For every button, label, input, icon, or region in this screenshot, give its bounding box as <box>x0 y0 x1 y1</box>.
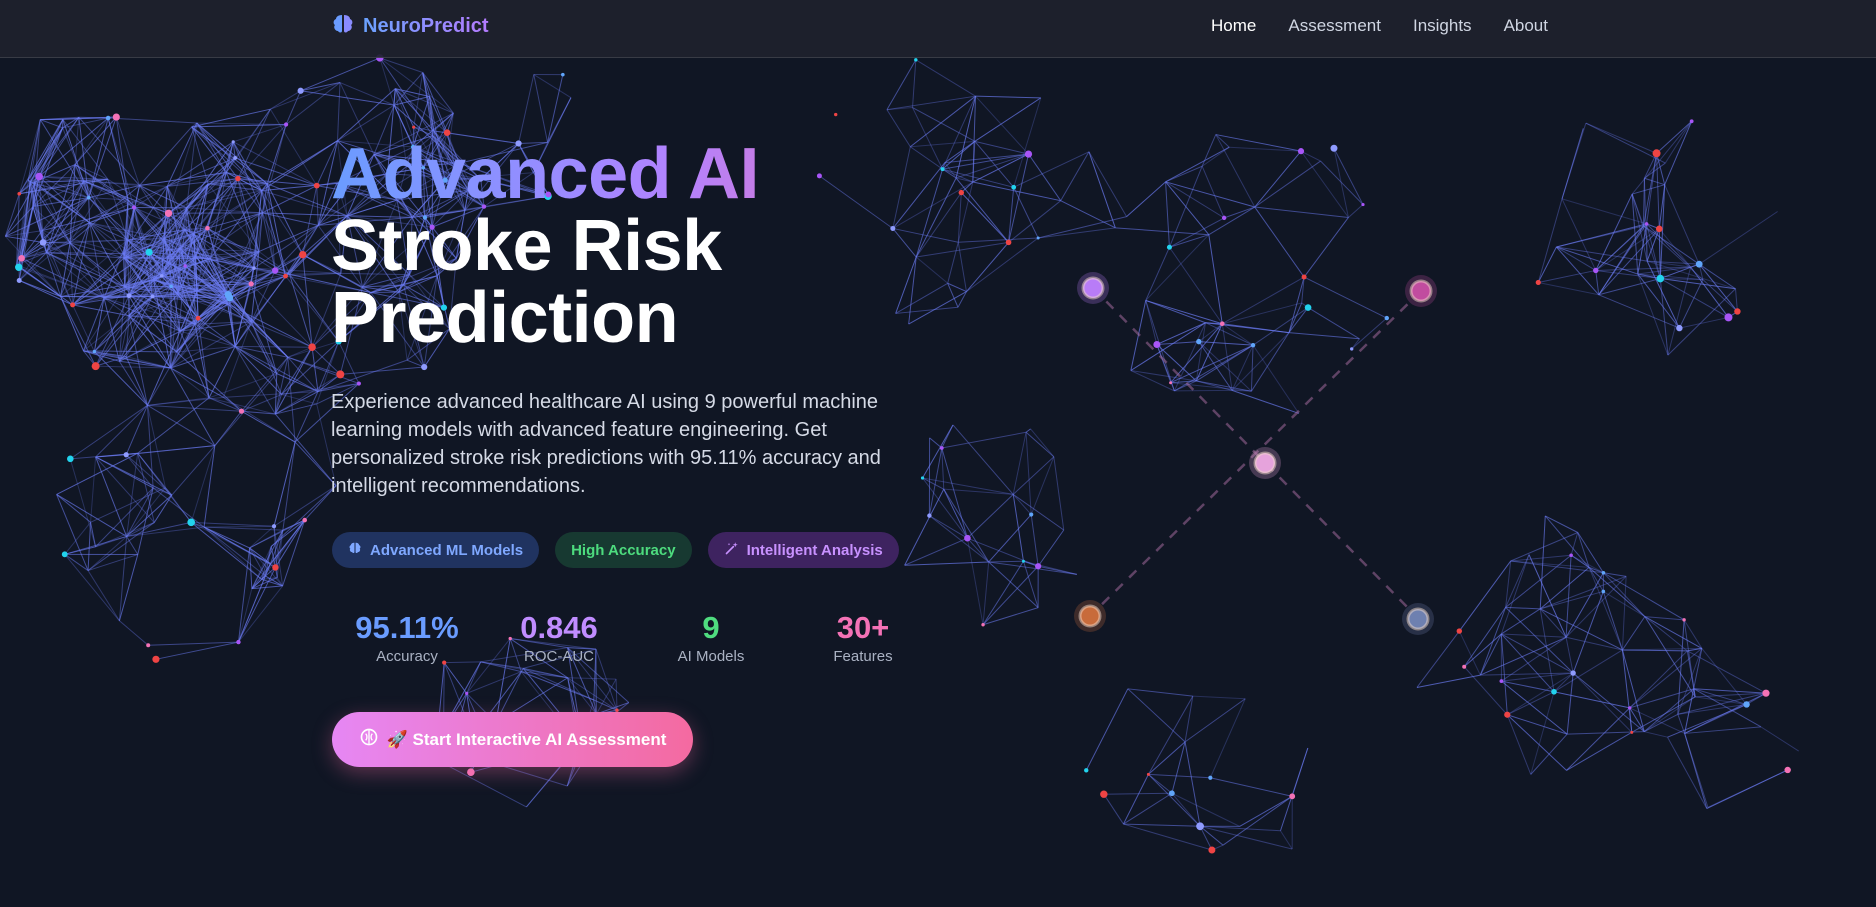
start-assessment-button[interactable]: 🚀 Start Interactive AI Assessment <box>332 712 693 767</box>
stat-label: Accuracy <box>376 648 438 665</box>
stat-label: ROC-AUC <box>524 648 594 665</box>
badge-label: High Accuracy <box>571 541 676 559</box>
brain-icon <box>359 727 379 752</box>
badge-label: Advanced ML Models <box>370 541 524 559</box>
hero-section: Advanced AI Stroke Risk Prediction Exper… <box>331 138 951 500</box>
badge-intelligent-analysis: Intelligent Analysis <box>707 532 899 568</box>
hero-title: Advanced AI Stroke Risk Prediction <box>331 138 951 354</box>
stat-value: 95.11% <box>355 610 459 645</box>
nav-link-insights[interactable]: Insights <box>1413 16 1472 36</box>
stat-label: Features <box>833 648 893 665</box>
badge-label: Intelligent Analysis <box>746 541 883 559</box>
stats-row: 95.11% Accuracy 0.846 ROC-AUC 9 AI Model… <box>331 610 939 665</box>
feature-badges: Advanced ML Models High Accuracy Intelli… <box>332 532 899 568</box>
stat-features: 30+ Features <box>787 610 939 665</box>
cta-label: 🚀 Start Interactive AI Assessment <box>386 729 667 749</box>
nav-link-about[interactable]: About <box>1504 16 1548 36</box>
stat-roc-auc: 0.846 ROC-AUC <box>483 610 635 665</box>
hero-description: Experience advanced healthcare AI using … <box>331 391 881 497</box>
brain-icon <box>331 12 355 41</box>
magic-wand-icon <box>724 541 739 560</box>
stat-label: AI Models <box>677 648 745 665</box>
stat-accuracy: 95.11% Accuracy <box>331 610 483 665</box>
brand-name: NeuroPredict <box>363 15 489 37</box>
nav-links: Home Assessment Insights About <box>1211 16 1548 36</box>
hero-title-line2: Stroke Risk <box>331 206 722 286</box>
brand-logo[interactable]: NeuroPredict <box>331 12 489 41</box>
stat-value: 0.846 <box>520 610 598 645</box>
hero-title-gradient: Advanced AI <box>331 138 951 210</box>
stat-ai-models: 9 AI Models <box>635 610 787 665</box>
stat-value: 9 <box>702 610 720 645</box>
stat-value: 30+ <box>836 610 890 645</box>
nav-link-home[interactable]: Home <box>1211 16 1256 36</box>
nav-link-assessment[interactable]: Assessment <box>1288 16 1381 36</box>
badge-advanced-ml: Advanced ML Models <box>332 532 540 568</box>
top-navbar: NeuroPredict Home Assessment Insights Ab… <box>0 0 1876 58</box>
badge-high-accuracy: High Accuracy <box>555 532 692 568</box>
hero-title-line3: Prediction <box>331 278 679 358</box>
brain-icon <box>348 541 362 559</box>
